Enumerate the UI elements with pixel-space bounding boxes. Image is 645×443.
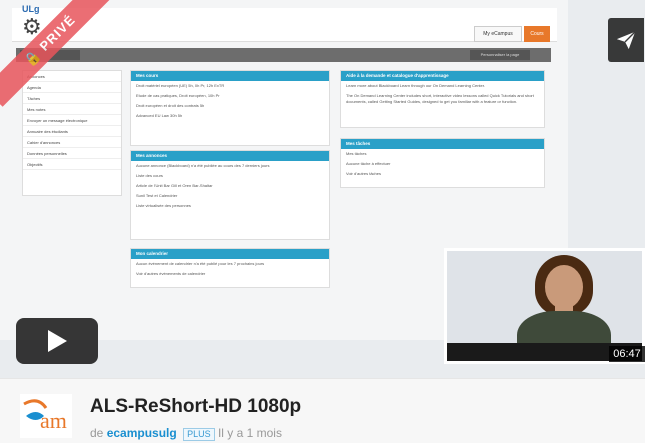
panel-text: Liste des cours <box>136 173 163 178</box>
upload-date: Il y a 1 mois <box>217 426 282 440</box>
panel-mes-annonces: Mes annonces Aucune annonce (Blackboard)… <box>130 150 330 240</box>
presenter-head <box>545 265 583 309</box>
panel-text: Aucune annonce (Blackboard) n'a été publ… <box>136 163 270 168</box>
panel-text: Voir d'autres événements de calendrier <box>136 271 206 276</box>
video-byline: de ecampusulg PLUS Il y a 1 mois <box>90 426 282 441</box>
sidebar-item: Tâches <box>23 93 121 104</box>
sidebar-item: Annuaire des étudiants <box>23 126 121 137</box>
sidebar-item: Annonces <box>23 71 121 82</box>
share-button[interactable] <box>608 18 644 62</box>
panel-text: The On Demand Learning Center includes s… <box>346 93 534 104</box>
sidebar-item: Objectifs <box>23 159 121 170</box>
lock-icon: 🔒 <box>21 46 44 70</box>
panel-mes-taches: Mes tâches Mes tâches Aucune tâche à eff… <box>340 138 545 188</box>
sidebar-item: Données personnelles <box>23 148 121 159</box>
course-item: Droit matériel européen (UE) 5h, 0h Pr, … <box>136 83 225 88</box>
panel-text: Mes tâches <box>346 151 367 156</box>
panel-title: Mes tâches <box>341 139 544 149</box>
channel-avatar[interactable]: am <box>20 394 72 438</box>
course-item: Droit européen et droit des contrats 5h <box>136 103 205 108</box>
sidebar-item: Mes notes <box>23 104 121 115</box>
panel-title: Mon calendrier <box>131 249 329 259</box>
panel-text: Aucune tâche à effectuer <box>346 161 391 166</box>
panel-text: Liste virtualisée des personnes <box>136 203 191 208</box>
video-player[interactable]: ULg ⚙ My eCampus Cours Personnaliser la … <box>0 0 645 378</box>
channel-name[interactable]: ecampusulg <box>107 426 177 440</box>
lms-logo: ULg <box>22 4 40 14</box>
lms-customize: Personnaliser la page <box>470 50 530 60</box>
panel-text: Article de l'Unit Bar Gill et Oren Bar-S… <box>136 183 213 188</box>
panel-mes-cours: Mes cours Droit matériel européen (UE) 5… <box>130 70 330 146</box>
plus-badge: PLUS <box>183 428 215 441</box>
sidebar-item: Cahier d'annonces <box>23 137 121 148</box>
play-button[interactable] <box>16 318 98 364</box>
panel-text: Aucun événement de calendrier n'a été pu… <box>136 261 265 266</box>
panel-title: Mes annonces <box>131 151 329 161</box>
panel-text: Sunil Test et Calendrier <box>136 193 178 198</box>
panel-mon-calendrier: Mon calendrier Aucun événement de calend… <box>130 248 330 288</box>
video-title[interactable]: ALS-ReShort-HD 1080p <box>90 396 301 418</box>
sidebar-item: Envoyer un message électronique <box>23 115 121 126</box>
panel-title: Mes cours <box>131 71 329 81</box>
lms-sidebar: Annonces Agenda Tâches Mes notes Envoyer… <box>22 70 122 196</box>
sidebar-item: Agenda <box>23 82 121 93</box>
tab-cours: Cours <box>524 26 550 42</box>
play-icon <box>48 330 67 352</box>
tab-my-ecampus: My eCampus <box>474 26 522 42</box>
paper-plane-icon <box>616 31 636 50</box>
panel-text: Learn more about Blackboard Learn throug… <box>346 83 485 88</box>
by-prefix: de <box>90 426 104 440</box>
panel-title: Aide à la demande et catalogue d'apprent… <box>341 71 544 81</box>
ecampus-logo-icon: am <box>23 399 67 433</box>
video-duration: 06:47 <box>609 346 645 362</box>
panel-text: Voir d'autres tâches <box>346 171 382 176</box>
course-item: Etude de cas pratiques, Droit européen, … <box>136 93 220 98</box>
course-item: Advanced EU Law 30h 5h <box>136 113 183 118</box>
panel-aide: Aide à la demande et catalogue d'apprent… <box>340 70 545 128</box>
svg-text:am: am <box>40 408 67 433</box>
